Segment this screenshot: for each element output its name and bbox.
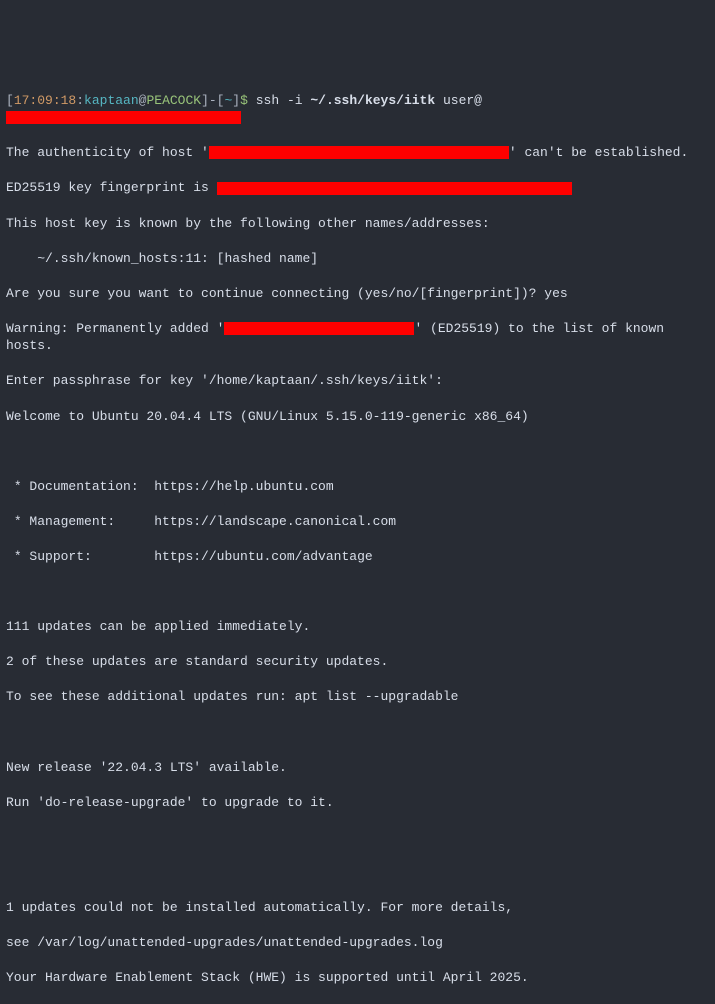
prompt-host: PEACOCK bbox=[146, 93, 201, 108]
warning-line: Warning: Permanently added '' (ED25519) … bbox=[6, 320, 709, 355]
updates-line-3: To see these additional updates run: apt… bbox=[6, 688, 709, 706]
fingerprint-line: ED25519 key fingerprint is bbox=[6, 179, 709, 197]
release-line-1: New release '22.04.3 LTS' available. bbox=[6, 759, 709, 777]
redacted-host bbox=[6, 111, 241, 124]
prompt-line-1: [17:09:18:kaptaan@PEACOCK]-[~]$ ssh -i ~… bbox=[6, 92, 709, 127]
updates-line-1: 111 updates can be applied immediately. bbox=[6, 618, 709, 636]
ssh-keyfile: ~/.ssh/keys/iitk bbox=[310, 93, 435, 108]
welcome-line: Welcome to Ubuntu 20.04.4 LTS (GNU/Linux… bbox=[6, 408, 709, 426]
doc-line: * Documentation: https://help.ubuntu.com bbox=[6, 478, 709, 496]
mgmt-line: * Management: https://landscape.canonica… bbox=[6, 513, 709, 531]
redacted-fingerprint bbox=[217, 182, 572, 195]
prompt-time: 17:09:18 bbox=[14, 93, 76, 108]
unattended-line-1: 1 updates could not be installed automat… bbox=[6, 899, 709, 917]
terminal-output[interactable]: [17:09:18:kaptaan@PEACOCK]-[~]$ ssh -i ~… bbox=[6, 74, 709, 1004]
redacted-host-2 bbox=[209, 146, 509, 159]
ssh-user-at: user@ bbox=[435, 93, 482, 108]
redacted-added-host bbox=[224, 322, 414, 335]
hwe-line: Your Hardware Enablement Stack (HWE) is … bbox=[6, 969, 709, 987]
support-line: * Support: https://ubuntu.com/advantage bbox=[6, 548, 709, 566]
unattended-line-2: see /var/log/unattended-upgrades/unatten… bbox=[6, 934, 709, 952]
confirm-line: Are you sure you want to continue connec… bbox=[6, 285, 709, 303]
prompt-user: kaptaan bbox=[84, 93, 139, 108]
authenticity-line: The authenticity of host '' can't be est… bbox=[6, 144, 709, 162]
ssh-command-pre: ssh -i bbox=[256, 93, 311, 108]
passphrase-line: Enter passphrase for key '/home/kaptaan/… bbox=[6, 372, 709, 390]
prompt-symbol: $ bbox=[240, 93, 248, 108]
known-hosts-line: ~/.ssh/known_hosts:11: [hashed name] bbox=[6, 250, 709, 268]
release-line-2: Run 'do-release-upgrade' to upgrade to i… bbox=[6, 794, 709, 812]
blank-line bbox=[6, 829, 709, 847]
blank-line bbox=[6, 443, 709, 461]
known-names-line: This host key is known by the following … bbox=[6, 215, 709, 233]
blank-line bbox=[6, 583, 709, 601]
blank-line bbox=[6, 864, 709, 882]
blank-line bbox=[6, 723, 709, 741]
updates-line-2: 2 of these updates are standard security… bbox=[6, 653, 709, 671]
